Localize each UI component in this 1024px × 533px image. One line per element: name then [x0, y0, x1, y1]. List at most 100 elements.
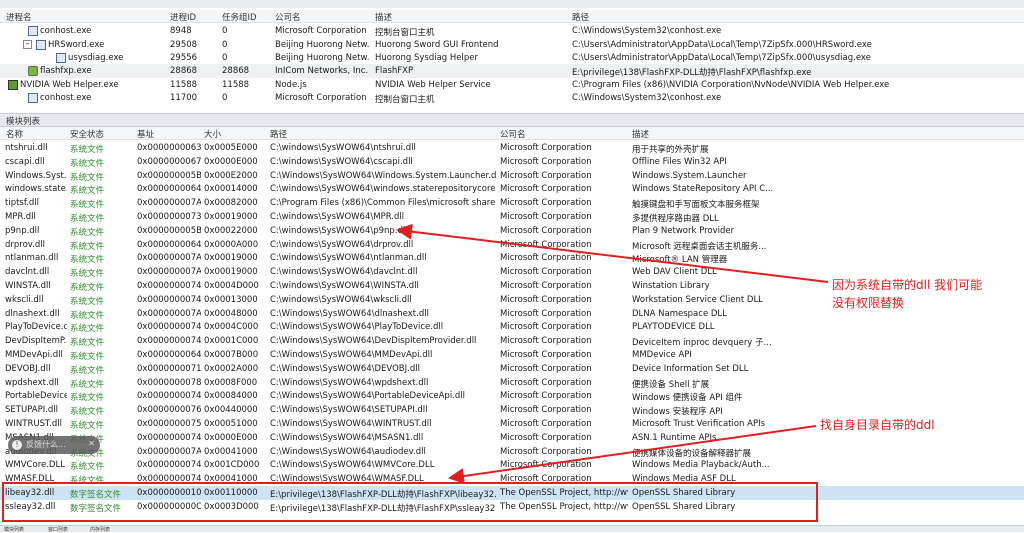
module-sec: 系统文件 — [70, 214, 105, 224]
module-base: 0x0000000064... — [137, 239, 201, 250]
process-row[interactable]: conhost.exe 11700 0 Microsoft Corporation 控制… — [0, 91, 1024, 105]
module-desc: Windows StateRepository API C... — [632, 184, 774, 195]
module-company: Microsoft Corporation — [500, 225, 592, 236]
module-company: Microsoft Corporation — [500, 184, 592, 195]
module-row[interactable]: DevDispItemP...系统文件 0x0000000074...0x0001… — [0, 334, 1024, 348]
module-path: C:\windows\SysWOW64\davclnt.dll — [270, 267, 418, 278]
module-path: C:\Windows\SysWOW64\wpdshext.dll — [270, 377, 429, 388]
process-row[interactable]: – HRSword.exe 29508 0 Beijing Huorong Netw..… — [0, 38, 1024, 52]
process-row[interactable]: usysdiag.exe 29556 0 Beijing Huorong Netw..… — [0, 51, 1024, 65]
module-row[interactable]: cscapi.dll 系统文件 0x0000000067...0x0000E000 C… — [0, 155, 1024, 169]
process-name: conhost.exe — [40, 26, 92, 36]
col-size[interactable]: 大小 — [204, 128, 221, 140]
module-row[interactable]: ntlanman.dll 系统文件 0x000000007A...0x0001900… — [0, 251, 1024, 265]
annotation-system-dll-line1: 因为系统自带的dll 我们可能 — [832, 278, 983, 292]
col-company[interactable]: 公司名 — [275, 11, 301, 23]
module-base: 0x0000000067... — [137, 156, 201, 167]
module-size: 0x00014000 — [204, 184, 258, 195]
module-size: 0x0002A000 — [204, 363, 259, 374]
module-row[interactable]: Windows.Syst...系统文件 0x000000005B...0x000E… — [0, 169, 1024, 183]
process-name: usysdiag.exe — [68, 53, 124, 63]
tab-memory[interactable]: 内存列表 — [90, 526, 110, 533]
module-base: 0x000000007A... — [137, 253, 201, 264]
collapse-icon[interactable]: – — [23, 40, 32, 49]
process-tid: 0 — [222, 53, 228, 63]
process-pid: 11588 — [170, 80, 198, 90]
top-window-edge — [0, 0, 1024, 8]
module-desc: Microsoft® LAN 管理器 — [632, 255, 728, 266]
process-row[interactable]: flashfxp.exe 28868 28868 InICom Networks, I… — [0, 64, 1024, 78]
process-desc: Huorong Sword GUI Frontend — [375, 40, 499, 50]
module-sec: 系统文件 — [70, 379, 105, 390]
module-row[interactable]: PortableDevice...系统文件 0x0000000074...0x00… — [0, 389, 1024, 403]
process-path: C:\Program Files (x86)\NVIDIA Corporatio… — [572, 80, 890, 90]
process-row[interactable]: conhost.exe 8948 0 Microsoft Corporation 控制台… — [0, 24, 1024, 38]
module-name: tiptsf.dll — [5, 198, 40, 209]
col-path[interactable]: 路径 — [572, 11, 589, 23]
module-row[interactable]: MMDevApi.dll 系统文件 0x0000000064...0x0007B00… — [0, 348, 1024, 362]
close-icon[interactable]: ✕ — [88, 439, 95, 448]
module-desc: MMDevice API — [632, 350, 692, 360]
module-desc: Windows Media Playback/Auth... — [632, 460, 770, 471]
module-name: cscapi.dll — [5, 156, 45, 167]
module-company: Microsoft Corporation — [500, 377, 592, 388]
module-desc: Microsoft Trust Verification APIs — [632, 419, 766, 429]
module-size: 0x00082000 — [204, 198, 258, 209]
module-base: 0x000000007A... — [137, 267, 201, 278]
process-row[interactable]: NVIDIA Web Helper.exe 11588 11588 Node.js NV… — [0, 78, 1024, 92]
module-size: 0x00022000 — [204, 225, 258, 236]
col-module-name[interactable]: 名称 — [6, 128, 23, 140]
module-row[interactable]: MPR.dll 系统文件 0x0000000073...0x00019000 C:\w… — [0, 210, 1024, 224]
tab-modules[interactable]: 模块列表 — [4, 526, 24, 533]
process-icon — [28, 93, 38, 103]
feedback-tooltip[interactable]: ! 反馈什么... ✕ — [8, 436, 100, 454]
module-row[interactable]: drprov.dll 系统文件 0x0000000064...0x0000A000 C… — [0, 238, 1024, 252]
module-sec: 系统文件 — [70, 365, 105, 376]
module-base: 0x000000005B... — [137, 225, 201, 236]
col-desc[interactable]: 描述 — [375, 11, 392, 23]
process-path: C:\Users\Administrator\AppData\Local\Tem… — [572, 40, 872, 50]
col-security[interactable]: 安全状态 — [70, 128, 104, 140]
module-size: 0x0004C000 — [204, 322, 259, 333]
col-pid[interactable]: 进程ID — [170, 11, 196, 23]
process-name: NVIDIA Web Helper.exe — [20, 80, 119, 90]
module-row[interactable]: audiodev.dll系统文件0x000000007A...0x0004100… — [0, 445, 1024, 459]
process-name: conhost.exe — [40, 93, 92, 103]
module-row[interactable]: PlayToDevice.dll系统文件 0x0000000074...0x000… — [0, 320, 1024, 334]
module-desc: Windows 安装程序 API — [632, 407, 723, 418]
module-sec: 系统文件 — [70, 352, 105, 362]
module-base: 0x0000000074... — [137, 460, 201, 471]
module-path: C:\Windows\SysWOW64\PortableDeviceApi.dl… — [270, 391, 466, 402]
module-sec: 系统文件 — [70, 324, 105, 335]
module-name: davclnt.dll — [5, 267, 50, 278]
module-size: 0x0001C000 — [204, 336, 259, 347]
module-row[interactable]: ntshrui.dll 系统文件 0x0000000063...0x0005E000… — [0, 141, 1024, 155]
col-module-path[interactable]: 路径 — [270, 128, 287, 140]
col-module-company[interactable]: 公司名 — [500, 128, 526, 140]
col-process-name[interactable]: 进程名 — [6, 11, 32, 23]
module-name: windows.state... — [5, 184, 67, 195]
process-tid: 11588 — [222, 80, 250, 90]
module-row[interactable]: WMVCore.DLL 系统文件 0x0000000074...0x001CD000… — [0, 458, 1024, 472]
module-path: C:\Windows\SysWOW64\WINTRUST.dll — [270, 419, 432, 429]
module-desc: 便携设备 Shell 扩展 — [632, 379, 710, 390]
module-list-title-bar: 模块列表 — [0, 113, 1024, 127]
process-desc: 控制台窗口主机 — [375, 95, 435, 105]
module-path: C:\Windows\SysWOW64\WMVCore.DLL — [270, 460, 435, 471]
module-row[interactable]: DEVOBJ.dll 系统文件 0x0000000071...0x0002A000 C… — [0, 362, 1024, 376]
module-row[interactable]: windows.state...系统文件 0x0000000064...0x000… — [0, 182, 1024, 196]
module-name: DevDispItemP... — [5, 336, 67, 347]
tab-windows[interactable]: 窗口列表 — [48, 526, 68, 533]
col-tid[interactable]: 任务组ID — [222, 11, 257, 23]
module-row[interactable]: p9np.dll 系统文件 0x000000005B...0x00022000 C:\… — [0, 224, 1024, 238]
module-list-header: 名称 安全状态 基址 大小 路径 公司名 描述 — [0, 127, 1024, 140]
module-row[interactable]: wpdshext.dll 系统文件 0x0000000078...0x0008F00… — [0, 376, 1024, 390]
annotation-system-dll-line2: 没有权限替换 — [832, 296, 905, 310]
module-row[interactable]: tiptsf.dll 系统文件 0x000000007A...0x00082000 C… — [0, 196, 1024, 210]
col-base[interactable]: 基址 — [137, 128, 154, 140]
module-company: Microsoft Corporation — [500, 212, 592, 222]
module-name: wkscli.dll — [5, 294, 44, 305]
process-pid: 28868 — [170, 66, 198, 76]
module-base: 0x0000000076... — [137, 405, 201, 416]
col-module-desc[interactable]: 描述 — [632, 128, 649, 140]
